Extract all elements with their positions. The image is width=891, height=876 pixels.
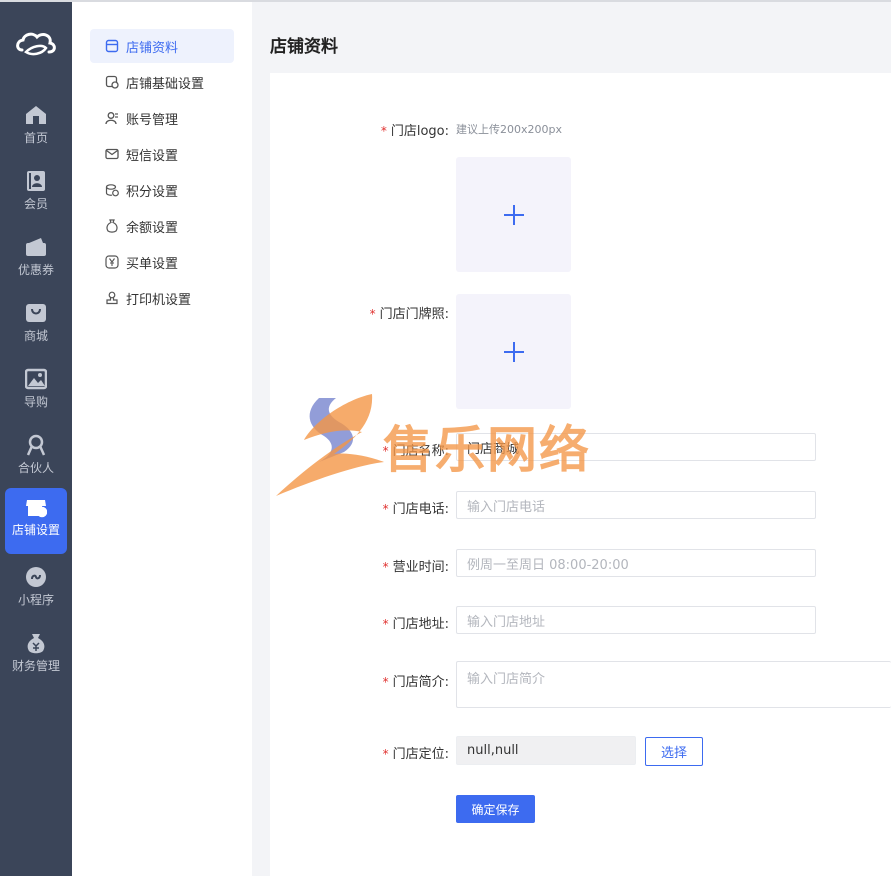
location-input: null,null — [456, 736, 636, 765]
nav-label: 优惠券 — [17, 263, 54, 277]
guide-icon — [24, 368, 48, 390]
nav-item-store-settings[interactable]: 店铺设置 — [5, 488, 67, 554]
license-label-text: 门店门牌照: — [379, 307, 449, 322]
nav-label: 财务管理 — [11, 659, 60, 673]
nav-label: 导购 — [23, 395, 48, 409]
yen-icon — [105, 255, 119, 269]
location-label-text: 门店定位: — [392, 747, 449, 762]
name-label: * 门店名称: — [383, 440, 449, 459]
finance-icon — [25, 632, 47, 654]
mail-icon — [105, 147, 119, 161]
nav-item-guide[interactable]: 导购 — [5, 360, 67, 424]
mall-icon — [25, 302, 47, 324]
nav-item-member[interactable]: 会员 — [5, 162, 67, 226]
required-mark: * — [382, 675, 389, 689]
coupon-icon — [25, 236, 47, 258]
address-label-text: 门店地址: — [392, 617, 449, 632]
submenu-label: 积分设置 — [126, 184, 179, 200]
submenu-label: 短信设置 — [126, 148, 179, 164]
hours-label-text: 营业时间: — [392, 560, 449, 575]
license-label: * 门店门牌照: — [370, 303, 449, 322]
logo-hint: 建议上传200x200px — [456, 123, 562, 136]
store-settings-icon — [105, 75, 119, 89]
submenu-item-sms[interactable]: 短信设置 — [90, 137, 234, 171]
required-mark: * — [382, 617, 389, 631]
submenu-item-balance[interactable]: 余额设置 — [90, 209, 234, 243]
account-icon — [105, 111, 119, 125]
select-location-button[interactable]: 选择 — [645, 737, 703, 766]
submenu-item-points[interactable]: 积分设置 — [90, 173, 234, 207]
address-label: * 门店地址: — [383, 613, 449, 632]
submenu-item-store-info[interactable]: 店铺资料 — [90, 29, 234, 63]
hours-label: * 营业时间: — [383, 556, 449, 575]
nav-item-partner[interactable]: 合伙人 — [5, 426, 67, 490]
nav-label: 合伙人 — [17, 461, 54, 475]
submenu-item-basic-settings[interactable]: 店铺基础设置 — [90, 65, 234, 99]
submenu-label: 店铺资料 — [126, 40, 179, 56]
required-mark: * — [382, 747, 389, 761]
nav-label: 会员 — [23, 197, 48, 211]
store-name-input[interactable]: 门店商城 — [456, 433, 816, 461]
page-title: 店铺资料 — [270, 37, 338, 57]
balance-icon — [105, 219, 119, 233]
logo-label: * 门店logo: — [381, 120, 449, 139]
printer-icon — [105, 291, 119, 305]
name-label-text: 门店名称: — [392, 444, 449, 459]
store-settings-icon — [25, 496, 48, 518]
plus-icon — [503, 341, 524, 362]
member-icon — [25, 170, 47, 192]
brand-logo-icon[interactable] — [14, 30, 58, 60]
submenu-label: 买单设置 — [126, 256, 179, 272]
submenu-item-printer[interactable]: 打印机设置 — [90, 281, 234, 315]
nav-label: 首页 — [23, 131, 48, 145]
nav-item-home[interactable]: 首页 — [5, 96, 67, 160]
nav-item-finance[interactable]: 财务管理 — [5, 624, 67, 688]
license-upload-button[interactable] — [456, 294, 571, 409]
nav-item-mall[interactable]: 商城 — [5, 294, 67, 358]
nav-item-coupon[interactable]: 优惠券 — [5, 228, 67, 292]
logo-label-text: 门店logo: — [390, 124, 449, 139]
phone-label-text: 门店电话: — [392, 502, 449, 517]
submenu-item-checkout[interactable]: 买单设置 — [90, 245, 234, 279]
location-label: * 门店定位: — [383, 743, 449, 762]
store-address-input[interactable]: 输入门店地址 — [456, 606, 816, 634]
partner-icon — [25, 434, 47, 456]
settings-submenu: 店铺资料 店铺基础设置 账号管理 短信设置 积分设置 余额设置 买单设置 打印机… — [72, 2, 252, 876]
intro-label: * 门店简介: — [383, 671, 449, 690]
save-button[interactable]: 确定保存 — [456, 795, 535, 823]
store-phone-input[interactable]: 输入门店电话 — [456, 491, 816, 519]
business-hours-input[interactable]: 例周一至周日 08:00-20:00 — [456, 549, 816, 577]
store-intro-textarea[interactable]: 输入门店简介 — [456, 661, 891, 708]
required-mark: * — [369, 307, 376, 321]
phone-label: * 门店电话: — [383, 498, 449, 517]
nav-label: 商城 — [23, 329, 48, 343]
submenu-item-account[interactable]: 账号管理 — [90, 101, 234, 135]
required-mark: * — [382, 560, 389, 574]
nav-item-miniprogram[interactable]: 小程序 — [5, 558, 67, 622]
submenu-label: 账号管理 — [126, 112, 179, 128]
nav-label: 小程序 — [17, 593, 54, 607]
required-mark: * — [382, 502, 389, 516]
main-sidebar: 首页 会员 优惠券 商城 导购 合伙人 店铺设置 小程序 财务管理 — [0, 2, 72, 876]
home-icon — [25, 104, 47, 126]
logo-upload-button[interactable] — [456, 157, 571, 272]
submenu-label: 打印机设置 — [126, 292, 192, 308]
intro-label-text: 门店简介: — [392, 675, 449, 690]
required-mark: * — [382, 444, 389, 458]
store-icon — [105, 39, 119, 53]
submenu-label: 店铺基础设置 — [126, 76, 205, 92]
nav-label: 店铺设置 — [11, 523, 60, 537]
miniprogram-icon — [25, 566, 47, 588]
required-mark: * — [380, 124, 387, 138]
plus-icon — [503, 204, 524, 225]
points-icon — [105, 183, 119, 197]
submenu-label: 余额设置 — [126, 220, 179, 236]
